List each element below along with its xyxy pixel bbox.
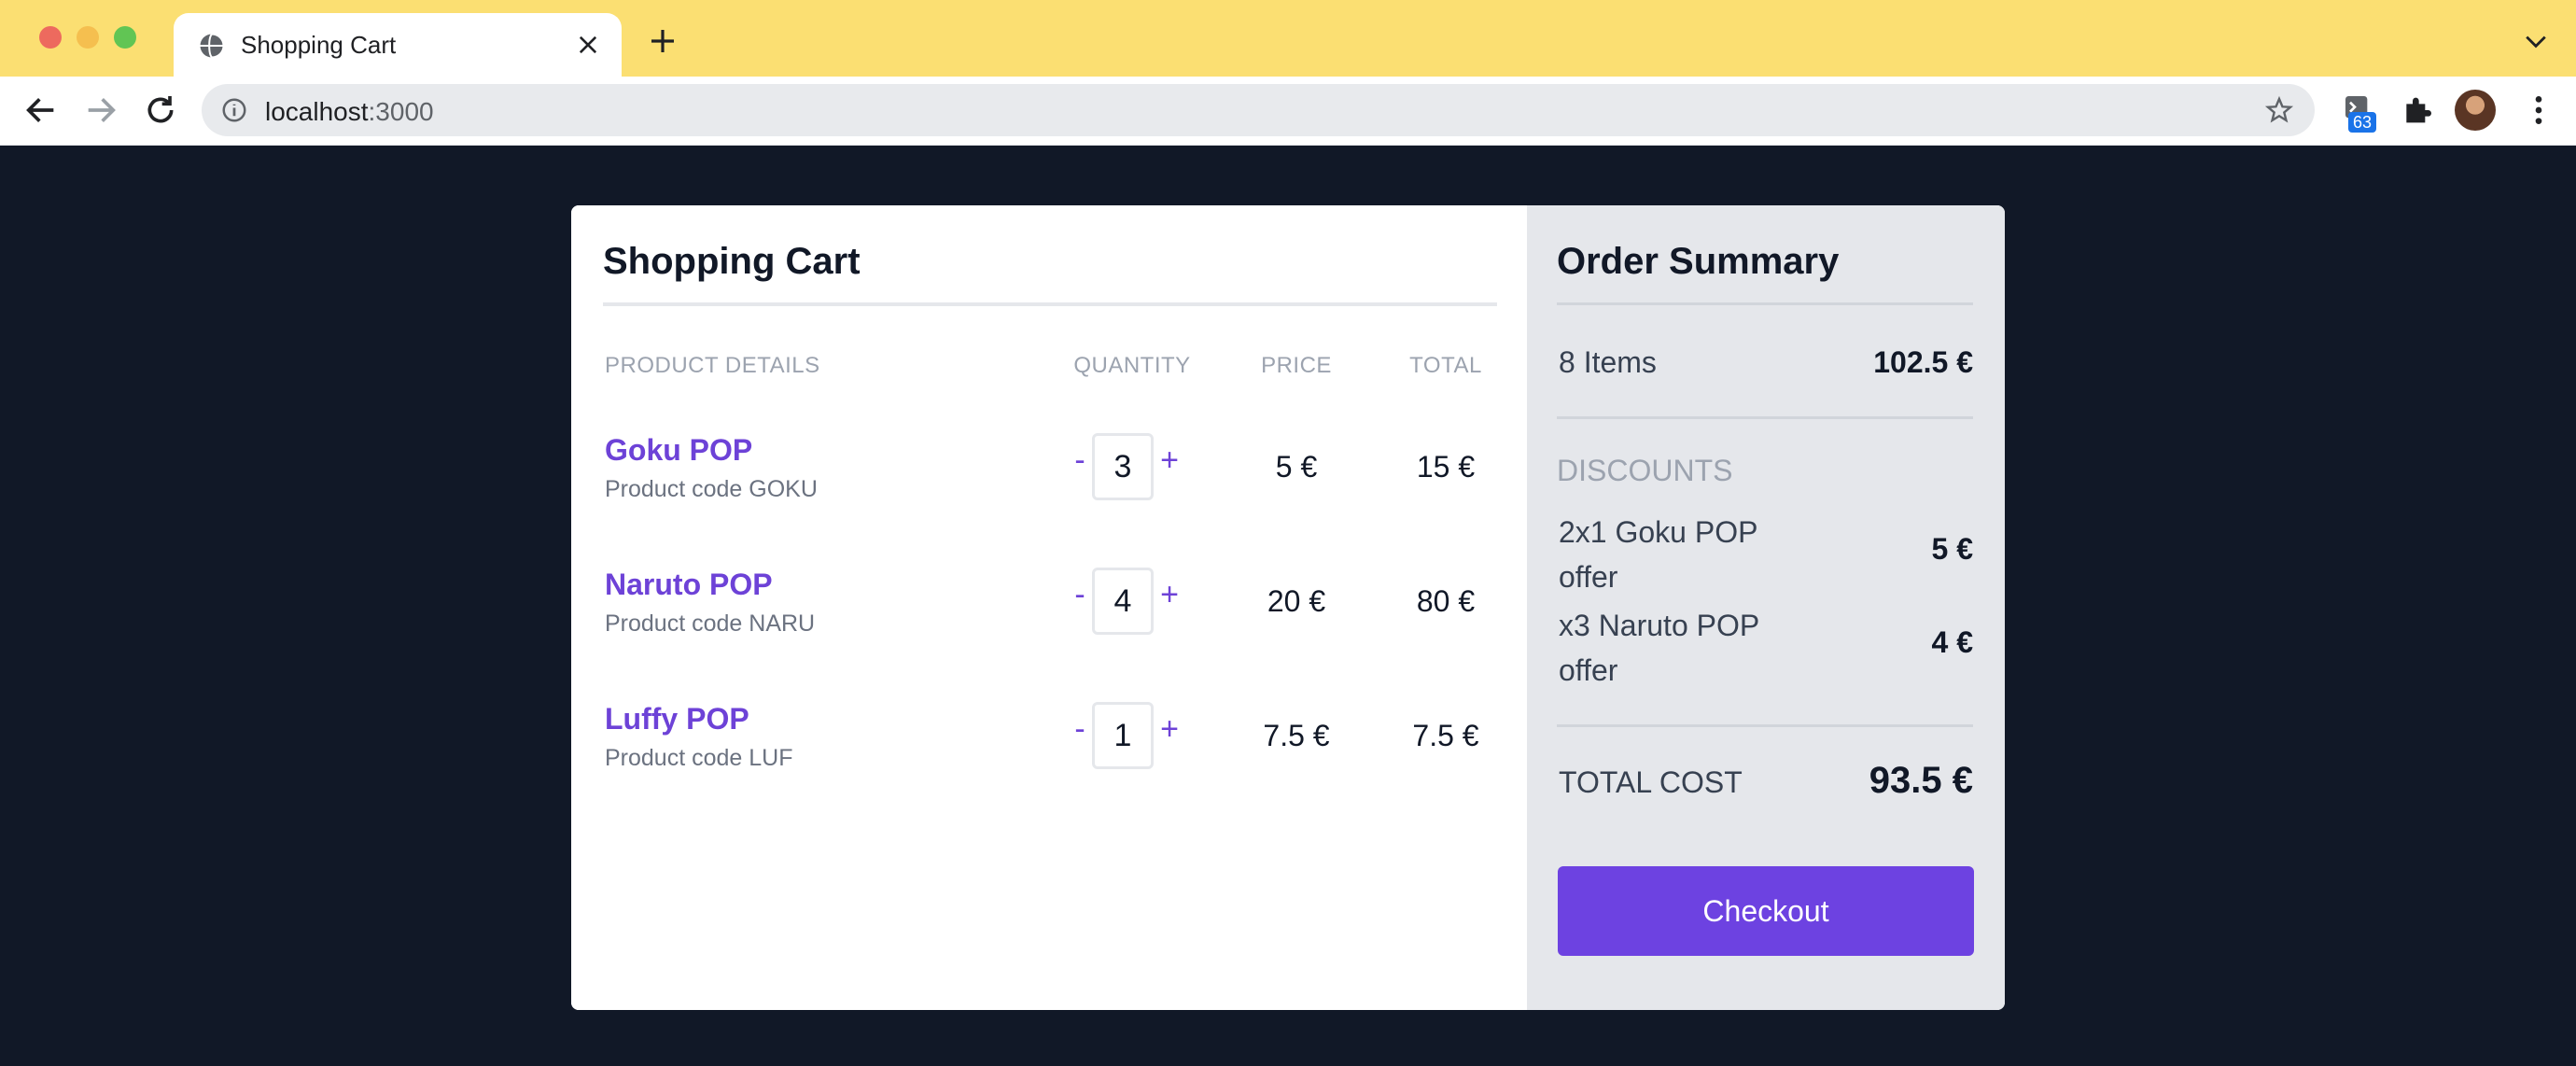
close-icon[interactable] [575, 32, 601, 58]
items-subtotal: 102.5 € [1873, 345, 1973, 379]
increment-button[interactable]: + [1155, 711, 1183, 748]
discount-name: x3 Naruto POP offer [1559, 609, 1759, 687]
product-total: 80 € [1416, 584, 1476, 618]
divider [1557, 302, 1973, 305]
checkout-button[interactable]: Checkout [1558, 866, 1974, 956]
divider [603, 302, 1497, 306]
increment-button[interactable]: + [1155, 442, 1183, 479]
window-maximize-button[interactable] [114, 26, 136, 49]
chevron-down-icon[interactable] [2524, 34, 2548, 50]
back-arrow-icon[interactable] [22, 91, 60, 129]
total-cost-value: 93.5 € [1869, 760, 1973, 801]
product-row: Naruto POP Product code NARU - 4 + 20 € … [571, 568, 1527, 670]
column-header-product: PRODUCT DETAILS [605, 353, 820, 378]
product-code: Product code LUF [605, 745, 793, 771]
decrement-button[interactable]: - [1066, 577, 1094, 613]
column-header-price: PRICE [1261, 353, 1332, 378]
discounts-heading: DISCOUNTS [1557, 454, 1733, 487]
discount-amount: 5 € [1931, 532, 1973, 566]
product-name[interactable]: Luffy POP [605, 702, 749, 736]
cart-card: Shopping Cart PRODUCT DETAILS QUANTITY P… [571, 205, 2005, 1010]
browser-toolbar: localhost:3000 63 [0, 77, 2576, 146]
address-bar[interactable]: localhost:3000 [202, 84, 2315, 136]
decrement-button[interactable]: - [1066, 442, 1094, 479]
product-price: 5 € [1275, 450, 1318, 484]
puzzle-icon[interactable] [2399, 91, 2436, 129]
avatar[interactable] [2455, 90, 2496, 131]
forward-arrow-icon[interactable] [82, 91, 119, 129]
order-summary-panel: Order Summary 8 Items 102.5 € DISCOUNTS … [1527, 205, 2005, 1010]
product-name[interactable]: Goku POP [605, 433, 752, 468]
product-row: Luffy POP Product code LUF - 1 + 7.5 € 7… [571, 702, 1527, 805]
extension-badge: 63 [2348, 112, 2377, 133]
summary-title: Order Summary [1557, 241, 1840, 282]
column-header-total: TOTAL [1409, 353, 1482, 378]
items-count: 8 Items [1559, 345, 1657, 379]
kebab-menu-icon[interactable] [2520, 91, 2557, 129]
quantity-input[interactable]: 1 [1092, 702, 1154, 769]
cart-title: Shopping Cart [603, 241, 861, 282]
window-close-button[interactable] [39, 26, 62, 49]
product-total: 15 € [1416, 450, 1476, 484]
tab-title: Shopping Cart [241, 31, 397, 59]
product-row: Goku POP Product code GOKU - 3 + 5 € 15 … [571, 433, 1527, 536]
product-price: 7.5 € [1263, 719, 1330, 752]
browser-tab[interactable]: Shopping Cart [174, 13, 622, 77]
discount-name: 2x1 Goku POP offer [1559, 515, 1757, 594]
shopping-cart-panel: Shopping Cart PRODUCT DETAILS QUANTITY P… [571, 205, 1527, 1010]
quantity-input[interactable]: 3 [1092, 433, 1154, 500]
browser-tab-strip: Shopping Cart [0, 0, 2576, 77]
star-icon[interactable] [2264, 95, 2294, 125]
product-price: 20 € [1267, 584, 1326, 618]
total-cost-label: TOTAL COST [1559, 765, 1743, 799]
product-code: Product code GOKU [605, 476, 818, 502]
divider [1557, 724, 1973, 727]
new-tab-plus-icon[interactable] [648, 26, 678, 56]
divider [1557, 416, 1973, 419]
quantity-input[interactable]: 4 [1092, 568, 1154, 635]
url-port: :3000 [368, 97, 434, 126]
product-total: 7.5 € [1412, 719, 1479, 752]
url-host: localhost [265, 97, 369, 126]
discount-amount: 4 € [1931, 625, 1973, 659]
url-text[interactable]: localhost:3000 [265, 97, 434, 127]
reload-icon[interactable] [142, 91, 179, 129]
column-header-quantity: QUANTITY [1073, 353, 1191, 378]
increment-button[interactable]: + [1155, 577, 1183, 613]
product-code: Product code NARU [605, 610, 816, 637]
window-minimize-button[interactable] [77, 26, 99, 49]
globe-icon [200, 33, 225, 59]
info-icon[interactable] [220, 96, 248, 124]
decrement-button[interactable]: - [1066, 711, 1094, 748]
product-name[interactable]: Naruto POP [605, 568, 773, 602]
